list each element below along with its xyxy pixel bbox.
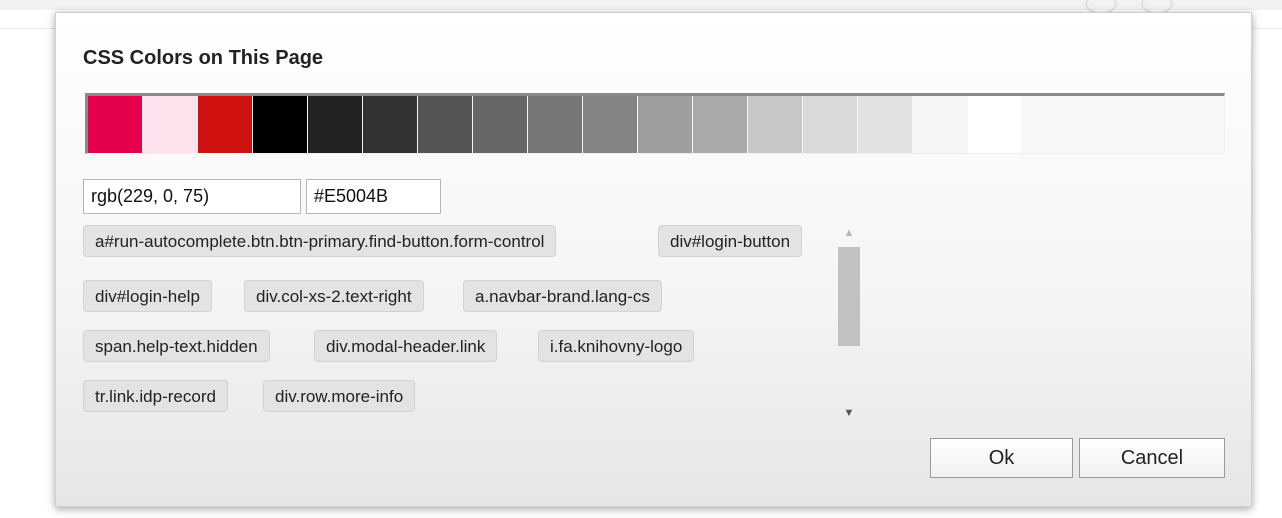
triangle-down-icon[interactable]: ▼ — [837, 407, 861, 425]
color-swatch[interactable] — [748, 96, 802, 153]
ok-button[interactable]: Ok — [930, 438, 1073, 478]
color-swatch[interactable] — [253, 96, 307, 153]
color-swatch[interactable] — [363, 96, 417, 153]
color-swatch[interactable] — [803, 96, 857, 153]
color-swatch-bar — [85, 93, 1225, 154]
selector-tag[interactable]: div.col-xs-2.text-right — [244, 280, 424, 312]
selector-tag[interactable]: div.modal-header.link — [314, 330, 498, 362]
selector-tag[interactable]: div#login-button — [658, 225, 803, 257]
color-swatch[interactable] — [638, 96, 692, 153]
selector-list: a#run-autocomplete.btn.btn-primary.find-… — [83, 225, 833, 425]
selector-tag[interactable]: tr.link.idp-record — [83, 380, 228, 412]
selector-tag[interactable]: span.help-text.hidden — [83, 330, 270, 362]
selector-tag[interactable]: a.navbar-brand.lang-cs — [463, 280, 662, 312]
color-swatch[interactable] — [968, 96, 1022, 153]
color-swatch[interactable] — [308, 96, 362, 153]
hex-value-input[interactable] — [306, 179, 441, 214]
dialog-title: CSS Colors on This Page — [83, 47, 324, 69]
color-value-inputs — [83, 179, 441, 214]
selector-tag[interactable]: div#login-help — [83, 280, 212, 312]
color-swatch[interactable] — [583, 96, 637, 153]
color-swatch[interactable] — [528, 96, 582, 153]
selector-list-scrollbar[interactable]: ▲ ▼ — [837, 227, 861, 425]
selector-tag[interactable]: a#run-autocomplete.btn.btn-primary.find-… — [83, 225, 557, 257]
color-swatch[interactable] — [418, 96, 472, 153]
color-swatch[interactable] — [88, 96, 142, 153]
selector-tag[interactable]: div.row.more-info — [263, 380, 416, 412]
selector-tag[interactable]: i.fa.knihovny-logo — [538, 330, 695, 362]
color-swatch[interactable] — [143, 96, 197, 153]
rgb-value-input[interactable] — [83, 179, 301, 214]
scrollbar-thumb[interactable] — [838, 247, 860, 346]
color-swatch[interactable] — [913, 96, 967, 153]
triangle-up-icon[interactable]: ▲ — [837, 227, 861, 245]
cancel-button[interactable]: Cancel — [1079, 438, 1225, 478]
color-swatch[interactable] — [858, 96, 912, 153]
color-swatch[interactable] — [198, 96, 252, 153]
color-swatch[interactable] — [693, 96, 747, 153]
css-colors-dialog: CSS Colors on This Page a#run-autocomple… — [55, 12, 1252, 507]
color-swatch[interactable] — [473, 96, 527, 153]
